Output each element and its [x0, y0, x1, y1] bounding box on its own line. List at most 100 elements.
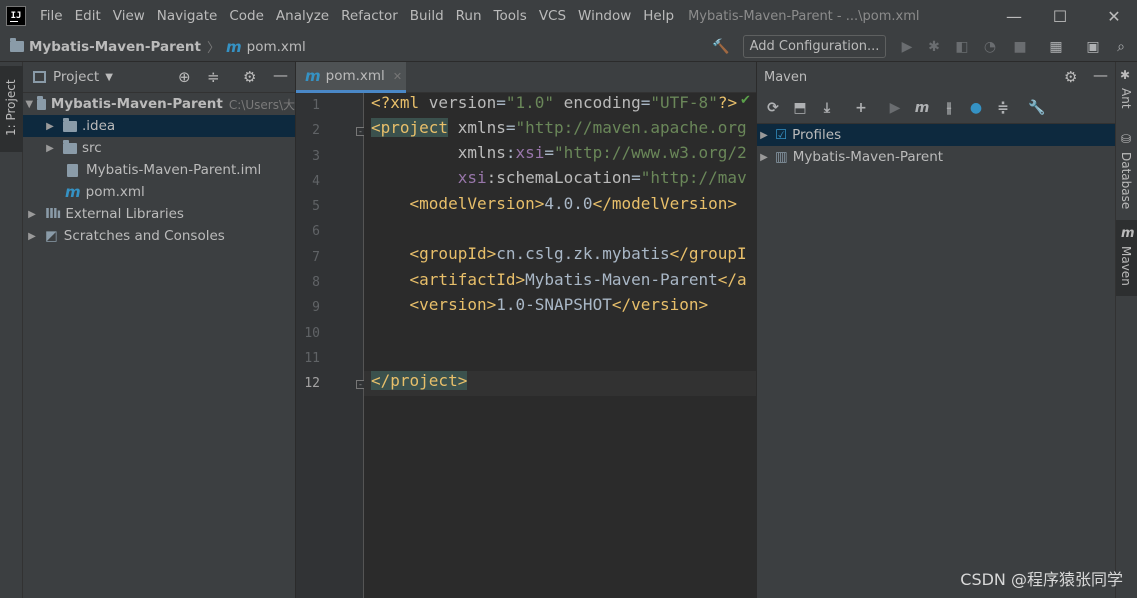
- menu-vcs[interactable]: VCS: [533, 0, 572, 32]
- maven-file-icon: m: [225, 37, 242, 56]
- ant-tab-label: Ant: [1119, 88, 1133, 109]
- tree-item-external-libraries[interactable]: ▶ IIlı External Libraries: [23, 203, 295, 225]
- gear-icon[interactable]: ⚙: [243, 68, 256, 86]
- library-icon: IIlı: [45, 206, 61, 222]
- maven-icon: m: [1121, 226, 1135, 241]
- close-button[interactable]: ✕: [1091, 0, 1137, 32]
- right-tool-stripe: ✱ Ant ⛁ Database m Maven: [1115, 62, 1137, 598]
- project-tool-tab-label: 1: Project: [4, 79, 18, 136]
- menu-window[interactable]: Window: [572, 0, 637, 32]
- line-number: 9: [312, 300, 320, 315]
- tree-root-project[interactable]: ▼ Mybatis-Maven-Parent C:\Users\大: [23, 93, 295, 115]
- folder-icon: [63, 117, 77, 132]
- ant-tool-tab[interactable]: ✱ Ant: [1116, 66, 1137, 118]
- project-panel-header: Project ▼ ⊕ ≑ ⚙ —: [23, 62, 295, 93]
- maven-tree-profiles[interactable]: ▶ ☑ Profiles: [757, 124, 1115, 146]
- profile-icon[interactable]: ◔: [980, 37, 1000, 57]
- minimize-icon: —: [1006, 6, 1022, 26]
- project-structure-icon[interactable]: ▦: [1046, 37, 1066, 57]
- reload-icon[interactable]: ⟳: [762, 97, 784, 119]
- code-line-12: </project>: [371, 371, 468, 390]
- toggle-offline-icon[interactable]: ⫲: [938, 97, 960, 119]
- tree-item-scratches[interactable]: ▶ ◩ Scratches and Consoles: [23, 225, 295, 247]
- gear-icon[interactable]: ⚙: [1064, 68, 1077, 86]
- run-icon[interactable]: ▶: [897, 37, 917, 57]
- code-line-8: <artifactId>Mybatis-Maven-Parent</a: [371, 270, 747, 289]
- database-tool-tab[interactable]: ⛁ Database: [1116, 130, 1137, 210]
- minimize-button[interactable]: —: [991, 0, 1037, 32]
- code-line-9: <version>1.0-SNAPSHOT</version>: [371, 295, 709, 314]
- hide-panel-icon[interactable]: —: [273, 66, 288, 84]
- menu-build[interactable]: Build: [404, 0, 450, 32]
- add-icon[interactable]: +: [850, 97, 872, 119]
- project-view-selector[interactable]: Project: [53, 69, 99, 85]
- tree-item-iml[interactable]: Mybatis-Maven-Parent.iml: [23, 159, 295, 181]
- maven-toolbar: ⟳ ⬒ ⤓ + ▶ m ⫲ ● ≑ 🔧: [757, 93, 1115, 124]
- code-line-2: <project xmlns="http://maven.apache.org: [371, 118, 747, 137]
- tree-item-label: Mybatis-Maven-Parent: [792, 149, 944, 165]
- expanded-arrow-icon: ▼: [25, 98, 34, 110]
- stop-icon[interactable]: ■: [1010, 37, 1030, 57]
- collapsed-arrow-icon: ▶: [46, 120, 54, 132]
- maven-file-icon: m: [305, 67, 321, 85]
- module-folder-icon: [37, 95, 46, 110]
- hide-panel-icon[interactable]: —: [1093, 66, 1108, 84]
- coverage-icon[interactable]: ◧: [952, 37, 972, 57]
- code-line-7: <groupId>cn.cslg.zk.mybatis</groupI: [371, 244, 747, 263]
- maven-tool-tab[interactable]: m Maven: [1116, 220, 1137, 296]
- maximize-button[interactable]: ☐: [1037, 0, 1083, 32]
- generate-sources-icon[interactable]: ⬒: [789, 97, 811, 119]
- collapsed-arrow-icon: ▶: [760, 129, 768, 141]
- menu-run[interactable]: Run: [450, 0, 488, 32]
- menu-refactor[interactable]: Refactor: [335, 0, 404, 32]
- line-number: 3: [312, 149, 320, 164]
- title-bar: IJ File Edit View Navigate Code Analyze …: [0, 0, 1137, 32]
- locate-icon[interactable]: ⊕: [178, 68, 191, 86]
- line-number: 1: [312, 98, 320, 113]
- tab-pom-xml[interactable]: m pom.xml ✕: [296, 62, 406, 93]
- search-icon[interactable]: ⌕: [1111, 37, 1131, 57]
- breadcrumb-project[interactable]: Mybatis-Maven-Parent: [29, 39, 201, 55]
- run-icon[interactable]: ▶: [884, 97, 906, 119]
- line-number: 10: [304, 326, 320, 341]
- code-editor[interactable]: <?xml version="1.0" encoding="UTF-8"?> <…: [364, 93, 756, 598]
- add-configuration-button[interactable]: Add Configuration...: [743, 35, 886, 58]
- tree-item-pom[interactable]: m pom.xml: [23, 181, 295, 203]
- download-icon[interactable]: ⤓: [816, 97, 838, 119]
- menu-edit[interactable]: Edit: [69, 0, 107, 32]
- debug-icon[interactable]: ✱: [924, 37, 944, 57]
- menu-tools[interactable]: Tools: [488, 0, 533, 32]
- line-number: 5: [312, 199, 320, 214]
- tree-item-label: Mybatis-Maven-Parent.iml: [86, 162, 262, 178]
- maven-panel: Maven ⚙ — ⟳ ⬒ ⤓ + ▶ m ⫲ ● ≑ 🔧 ▶ ☑ Profil…: [756, 62, 1115, 598]
- collapsed-arrow-icon: ▶: [760, 151, 768, 163]
- tree-item-idea[interactable]: ▶ .idea: [23, 115, 295, 137]
- execute-goal-icon[interactable]: m: [911, 97, 933, 119]
- collapsed-arrow-icon: ▶: [28, 208, 36, 220]
- skip-tests-icon[interactable]: ●: [965, 97, 987, 119]
- menu-view[interactable]: View: [107, 0, 151, 32]
- collapse-all-icon[interactable]: ≑: [992, 97, 1014, 119]
- tree-item-label: .idea: [82, 118, 116, 134]
- profiles-icon: ☑: [775, 127, 788, 143]
- terminal-window-icon[interactable]: ▣: [1083, 37, 1103, 57]
- chevron-down-icon[interactable]: ▼: [105, 72, 113, 83]
- code-line-3: xmlns:xsi="http://www.w3.org/2: [371, 143, 747, 162]
- menu-navigate[interactable]: Navigate: [151, 0, 224, 32]
- maven-file-icon: m: [65, 183, 81, 201]
- maven-tree-project[interactable]: ▶ ▥ Mybatis-Maven-Parent: [757, 146, 1115, 168]
- close-tab-icon[interactable]: ✕: [393, 70, 402, 83]
- project-tool-tab[interactable]: 1: Project: [0, 66, 23, 152]
- line-number: 7: [312, 250, 320, 265]
- menu-code[interactable]: Code: [223, 0, 270, 32]
- line-number: 8: [312, 275, 320, 290]
- tree-item-src[interactable]: ▶ src: [23, 137, 295, 159]
- menu-help[interactable]: Help: [637, 0, 680, 32]
- menu-file[interactable]: File: [34, 0, 69, 32]
- build-hammer-icon[interactable]: 🔨: [711, 37, 731, 57]
- collapse-all-icon[interactable]: ≑: [207, 68, 220, 86]
- wrench-icon[interactable]: 🔧: [1026, 97, 1048, 119]
- tree-item-label: pom.xml: [85, 184, 145, 200]
- breadcrumb-file[interactable]: pom.xml: [247, 39, 306, 55]
- menu-analyze[interactable]: Analyze: [270, 0, 335, 32]
